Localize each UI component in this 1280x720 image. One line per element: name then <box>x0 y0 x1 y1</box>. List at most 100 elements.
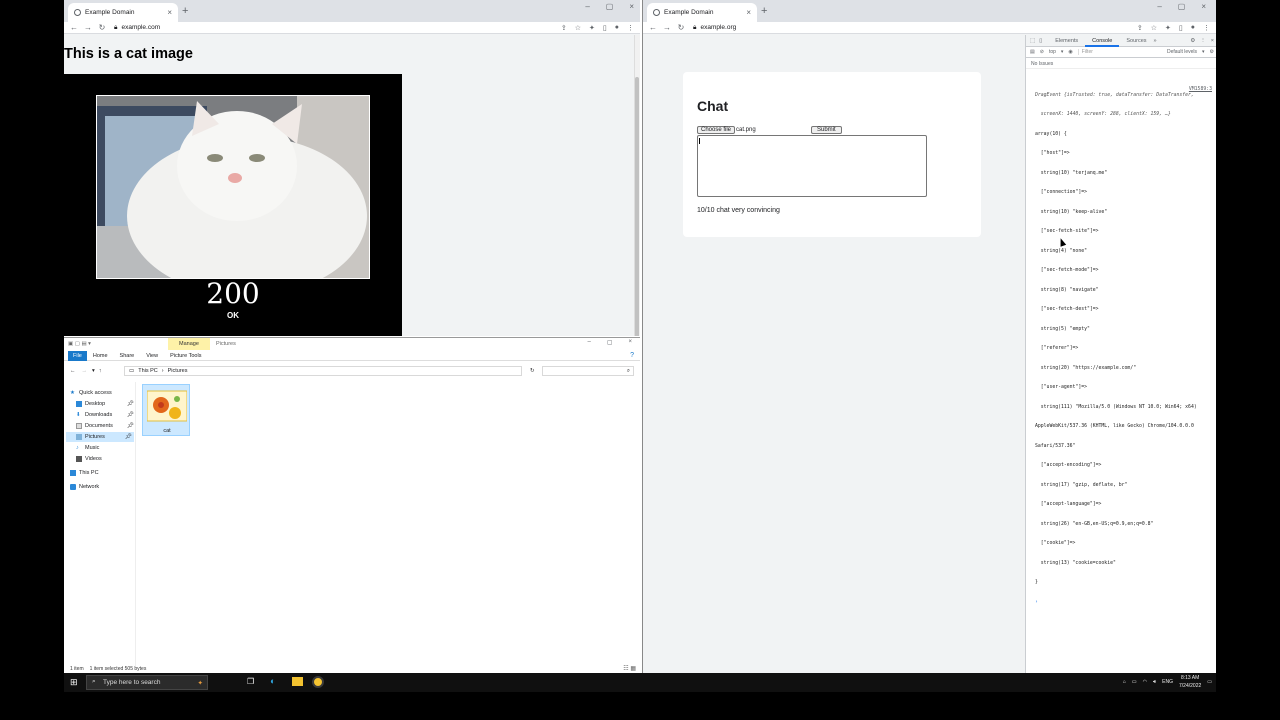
address-bar[interactable]: 🔒︎ example.com <box>114 24 561 32</box>
scrollbar-thumb[interactable] <box>635 77 639 336</box>
close-window-icon[interactable]: × <box>1201 2 1206 11</box>
close-window-icon[interactable]: × <box>628 339 632 346</box>
nav-network[interactable]: Network <box>70 482 130 492</box>
nav-desktop[interactable]: Desktop 📌︎ <box>76 399 136 409</box>
reload-icon[interactable]: ↻ <box>98 23 106 32</box>
submit-button[interactable]: Submit <box>811 126 842 134</box>
wifi-icon[interactable]: ◠ <box>1143 679 1147 685</box>
network-icon[interactable]: ⌂ <box>1123 679 1126 685</box>
task-view-icon[interactable]: ❐ <box>247 677 254 686</box>
ribbon-tab-file[interactable]: File <box>68 350 87 361</box>
close-window-icon[interactable]: × <box>629 2 634 11</box>
browser-tab[interactable]: Example Domain × <box>68 3 178 22</box>
quick-access-toolbar-icon[interactable]: ▣ ▢ ▤ ▾ <box>68 341 91 347</box>
close-devtools-icon[interactable]: × <box>1211 38 1214 44</box>
inspect-icon[interactable]: ⬚ <box>1030 38 1035 44</box>
breadcrumb-this-pc[interactable]: This PC <box>138 368 158 374</box>
close-tab-icon[interactable]: × <box>167 8 172 17</box>
clear-console-icon[interactable]: ⊘ <box>1040 49 1044 55</box>
nav-videos[interactable]: Videos <box>76 454 136 464</box>
chrome-icon[interactable] <box>312 676 324 688</box>
reload-icon[interactable]: ↻ <box>677 23 685 32</box>
recent-icon[interactable]: ▾ <box>92 368 95 374</box>
nav-music[interactable]: ♪ Music <box>76 443 136 453</box>
extensions-icon[interactable]: ✦ <box>1165 24 1171 32</box>
sidebar-toggle-icon[interactable]: ▤ <box>1030 49 1035 55</box>
ribbon-tab-view[interactable]: View <box>140 353 164 359</box>
menu-icon[interactable]: ⋮ <box>1203 24 1210 32</box>
share-icon[interactable]: ⇪ <box>1137 24 1143 32</box>
kebab-icon[interactable]: ⋮ <box>1200 38 1206 44</box>
scrollbar[interactable] <box>634 35 640 336</box>
browser-tab[interactable]: Example Domain × <box>647 3 757 22</box>
maximize-icon[interactable]: ▢ <box>606 2 614 11</box>
address-box[interactable]: ▭ This PC › Pictures <box>124 366 522 376</box>
ribbon-tab-share[interactable]: Share <box>114 353 141 359</box>
volume-icon[interactable]: 🔊︎ <box>1153 679 1156 685</box>
new-tab-icon[interactable]: + <box>182 5 188 17</box>
log-levels-select[interactable]: Default levels <box>1167 49 1197 55</box>
nav-downloads[interactable]: ⬇ Downloads 📌︎ <box>76 410 136 420</box>
forward-icon[interactable]: → <box>84 23 92 32</box>
device-toolbar-icon[interactable]: ▯ <box>1039 38 1042 44</box>
choose-file-button[interactable]: Choose file <box>697 126 736 134</box>
address-bar[interactable]: 🔒︎ example.org <box>693 24 1137 32</box>
nav-pictures[interactable]: Pictures 📌︎ <box>66 432 134 442</box>
maximize-icon[interactable]: ▢ <box>607 339 613 346</box>
up-icon[interactable]: ↑ <box>99 368 102 374</box>
chat-textarea[interactable] <box>697 135 927 197</box>
share-icon[interactable]: ⇪ <box>561 24 567 32</box>
taskbar-search-box[interactable]: ⌕ Type here to search ✦ <box>86 675 208 690</box>
source-link[interactable]: VM1589:3 <box>1189 87 1212 94</box>
more-tabs-icon[interactable]: » <box>1154 38 1157 44</box>
nav-this-pc[interactable]: This PC <box>70 468 130 478</box>
ribbon-tab-home[interactable]: Home <box>87 353 114 359</box>
issues-bar[interactable]: No Issues <box>1026 59 1216 69</box>
tab-console[interactable]: Console <box>1085 35 1120 47</box>
close-tab-icon[interactable]: × <box>746 8 751 17</box>
file-explorer-icon[interactable] <box>292 677 303 686</box>
new-tab-icon[interactable]: + <box>761 5 767 17</box>
help-icon[interactable]: ? <box>630 352 634 359</box>
context-select[interactable]: top <box>1049 49 1056 55</box>
star-icon[interactable]: ☆ <box>575 24 581 32</box>
breadcrumb-pictures[interactable]: Pictures <box>168 368 188 374</box>
clock[interactable]: 8:13 AM 7/24/2022 <box>1179 674 1201 690</box>
filter-input[interactable]: Filter <box>1077 49 1130 55</box>
gear-icon[interactable]: ⚙ <box>1190 38 1195 44</box>
edge-icon[interactable]: ◐ <box>270 676 275 686</box>
sidepanel-icon[interactable]: ▯ <box>603 24 607 32</box>
ribbon-tab-picture-tools[interactable]: Picture Tools <box>164 353 207 359</box>
back-icon[interactable]: ← <box>649 23 657 32</box>
minimize-icon[interactable]: – <box>585 2 589 11</box>
forward-icon[interactable]: → <box>82 368 88 374</box>
eye-icon[interactable]: ◉ <box>1068 49 1072 55</box>
forward-icon[interactable]: → <box>663 23 671 32</box>
windows-start-icon[interactable]: ⊞ <box>70 677 78 688</box>
profile-icon[interactable]: ● <box>615 24 619 32</box>
view-toggle-icon[interactable]: ☷ ▦ <box>623 665 636 672</box>
star-icon[interactable]: ☆ <box>1151 24 1157 32</box>
menu-icon[interactable]: ⋮ <box>627 24 634 32</box>
gear-icon[interactable]: ⚙ <box>1210 49 1214 55</box>
tab-elements[interactable]: Elements <box>1048 35 1085 47</box>
manage-tab[interactable]: Manage <box>168 338 210 350</box>
back-icon[interactable]: ← <box>70 23 78 32</box>
minimize-icon[interactable]: – <box>1157 2 1161 11</box>
console-prompt-icon[interactable]: › <box>1035 600 1214 607</box>
nav-documents[interactable]: Documents 📌︎ <box>76 421 136 431</box>
nav-quick-access[interactable]: ★ Quick access <box>70 388 130 398</box>
search-box[interactable]: ⌕ <box>542 366 634 376</box>
back-icon[interactable]: ← <box>70 368 76 374</box>
language-indicator[interactable]: ENG <box>1162 679 1173 685</box>
minimize-icon[interactable]: – <box>587 339 590 346</box>
sidepanel-icon[interactable]: ▯ <box>1179 24 1183 32</box>
extensions-icon[interactable]: ✦ <box>589 24 595 32</box>
maximize-icon[interactable]: ▢ <box>1178 2 1186 11</box>
battery-icon[interactable]: ▭ <box>1132 679 1137 685</box>
tab-sources[interactable]: Sources <box>1119 35 1153 47</box>
profile-icon[interactable]: ● <box>1191 24 1195 32</box>
refresh-icon[interactable]: ↻ <box>530 368 535 374</box>
notification-icon[interactable]: ▭ <box>1207 679 1212 685</box>
file-item-cat[interactable]: cat <box>142 384 190 436</box>
